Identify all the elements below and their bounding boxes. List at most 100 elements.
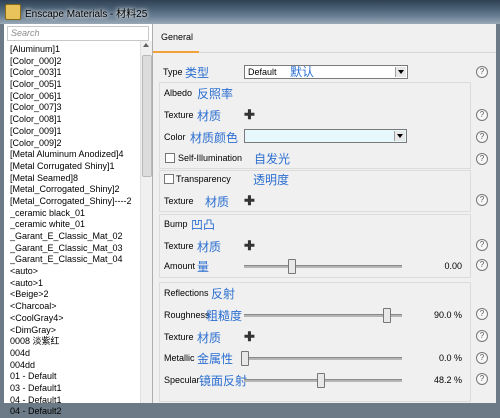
scroll-up-arrow-icon[interactable]: [143, 43, 149, 47]
roughness-slider-track[interactable]: [244, 314, 402, 317]
type-label-cn: 类型: [185, 66, 210, 80]
material-list-item[interactable]: [Color_008]1: [10, 114, 138, 126]
material-list-item[interactable]: _Garant_E_Classic_Mat_03: [10, 243, 138, 255]
material-list-item[interactable]: [Color_005]1: [10, 79, 138, 91]
search-input[interactable]: Search: [7, 26, 149, 41]
self-illumination-checkbox[interactable]: [165, 153, 175, 163]
material-list-item[interactable]: _Garant_E_Classic_Mat_02: [10, 231, 138, 243]
transparency-texture-label-cn: 材质: [205, 195, 230, 209]
material-list-item[interactable]: _ceramic white_01: [10, 219, 138, 231]
albedo-texture-help-icon[interactable]: ?: [476, 109, 488, 121]
metallic-label-cn: 金属性: [197, 352, 234, 366]
transparency-add-texture-icon[interactable]: ✚: [244, 194, 255, 207]
list-scrollbar[interactable]: [140, 41, 152, 403]
transparency-checkbox[interactable]: [164, 174, 174, 184]
albedo-header-cn: 反照率: [197, 87, 234, 101]
albedo-color-label-cn: 材质颜色: [190, 131, 239, 145]
tab-divider: [199, 52, 496, 53]
albedo-color-picker[interactable]: [244, 129, 407, 143]
bump-texture-label-cn: 材质: [197, 240, 222, 254]
roughness-slider-thumb[interactable]: [383, 308, 392, 323]
material-list: [Aluminum]1 [Color_000]2 [Color_003]1 [Colo…: [10, 44, 138, 418]
material-list-item[interactable]: 0008 淡紫红: [10, 336, 138, 348]
material-list-item[interactable]: _ceramic black_01: [10, 208, 138, 220]
material-list-item[interactable]: [Color_003]1: [10, 67, 138, 79]
reflections-texture-label-cn: 材质: [197, 331, 222, 345]
material-list-item[interactable]: [Color_009]2: [10, 138, 138, 150]
reflections-add-texture-icon[interactable]: ✚: [244, 330, 255, 343]
albedo-color-label: Color: [164, 132, 186, 142]
bump-header: Bump: [164, 219, 188, 229]
bump-add-texture-icon[interactable]: ✚: [244, 239, 255, 252]
albedo-add-texture-icon[interactable]: ✚: [244, 108, 255, 121]
bump-texture-help-icon[interactable]: ?: [476, 239, 488, 251]
bump-amount-slider-track[interactable]: [244, 265, 402, 268]
roughness-help-icon[interactable]: ?: [476, 308, 488, 320]
material-list-item[interactable]: <CoolGray4>: [10, 313, 138, 325]
bump-amount-help-icon[interactable]: ?: [476, 259, 488, 271]
chevron-down-icon: [394, 131, 405, 141]
metallic-help-icon[interactable]: ?: [476, 352, 488, 364]
metallic-value: 0.0 %: [438, 353, 462, 363]
type-select[interactable]: Default: [244, 65, 408, 79]
type-help-icon[interactable]: ?: [476, 66, 488, 78]
material-list-item[interactable]: 004d: [10, 348, 138, 360]
scrollbar-thumb[interactable]: [142, 55, 152, 177]
material-list-item[interactable]: <auto>: [10, 266, 138, 278]
chevron-down-icon: [395, 67, 406, 77]
specular-slider-thumb[interactable]: [317, 373, 326, 388]
title-bar: Enscape Materials - 材料25: [0, 0, 500, 24]
material-list-item[interactable]: [Aluminum]1: [10, 44, 138, 56]
material-list-item[interactable]: 04 - Default1: [10, 395, 138, 407]
material-list-item[interactable]: <auto>1: [10, 278, 138, 290]
window-title: Enscape Materials - 材料25: [25, 9, 148, 20]
material-list-item[interactable]: <DimGray>: [10, 325, 138, 337]
enscape-icon: [5, 4, 21, 20]
reflections-texture-help-icon[interactable]: ?: [476, 330, 488, 342]
material-list-item[interactable]: [Color_006]1: [10, 91, 138, 103]
reflections-texture-label: Texture: [164, 332, 194, 342]
bump-amount-slider-thumb[interactable]: [288, 259, 297, 274]
material-list-item[interactable]: <Beige>2: [10, 289, 138, 301]
albedo-color-help-icon[interactable]: ?: [476, 131, 488, 143]
tab-general-indicator: [153, 51, 199, 53]
material-list-item[interactable]: <Charcoal>: [10, 301, 138, 313]
metallic-slider-track[interactable]: [244, 357, 402, 360]
transparency-help-icon[interactable]: ?: [476, 194, 488, 206]
roughness-label: Roughness: [164, 310, 210, 320]
material-list-item[interactable]: 03 - Default1: [10, 383, 138, 395]
type-select-value: Default: [248, 67, 277, 77]
bump-header-cn: 凹凸: [191, 218, 216, 232]
self-illumination-label-cn: 自发光: [254, 152, 291, 166]
material-list-item[interactable]: _Garant_E_Classic_Mat_04: [10, 254, 138, 266]
transparency-texture-label: Texture: [164, 196, 194, 206]
bump-amount-label: Amount: [164, 261, 196, 271]
tab-general[interactable]: General: [161, 32, 193, 42]
albedo-header: Albedo: [164, 88, 193, 98]
material-list-item[interactable]: [Metal_Corrogated_Shiny]----2: [10, 196, 138, 208]
material-list-item[interactable]: [Metal_Corrogated_Shiny]2: [10, 184, 138, 196]
material-list-item[interactable]: 04 - Default2: [10, 406, 138, 418]
transparency-group: Transparency 透明度 Texture 材质 ✚: [159, 170, 471, 212]
specular-help-icon[interactable]: ?: [476, 373, 488, 385]
metallic-label: Metallic: [164, 353, 195, 363]
material-list-item[interactable]: [Metal Seamed]8: [10, 173, 138, 185]
material-list-item[interactable]: [Color_000]2: [10, 56, 138, 68]
material-list-item[interactable]: 01 - Default: [10, 371, 138, 383]
specular-label-cn: 镜面反射: [199, 374, 248, 388]
transparency-label: Transparency: [176, 174, 231, 184]
specular-label: Specular: [164, 375, 200, 385]
material-properties-panel: General Type 类型 Default 默认 ? Albedo 反照率 …: [153, 24, 496, 403]
metallic-slider-thumb[interactable]: [241, 351, 249, 366]
type-value-cn: 默认: [290, 65, 315, 79]
material-list-item[interactable]: [Color_009]1: [10, 126, 138, 138]
bump-amount-label-cn: 量: [197, 260, 210, 274]
material-list-item[interactable]: [Metal Aluminum Anodized]4: [10, 149, 138, 161]
self-illumination-help-icon[interactable]: ?: [476, 153, 488, 165]
material-list-item[interactable]: [Metal Corrugated Shiny]1: [10, 161, 138, 173]
material-list-item[interactable]: 004dd: [10, 360, 138, 372]
reflections-header: Reflections: [164, 288, 209, 298]
material-list-item[interactable]: [Color_007]3: [10, 102, 138, 114]
material-list-panel: Search [Aluminum]1 [Color_000]2 [Color_003…: [4, 24, 153, 416]
type-label: Type: [163, 67, 183, 77]
